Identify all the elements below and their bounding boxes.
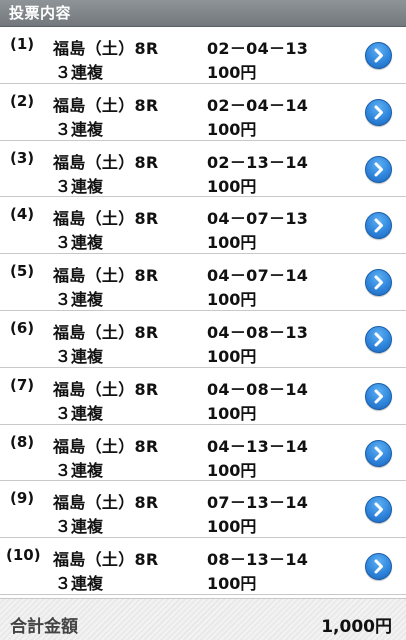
bet-type: ３連複: [55, 63, 104, 82]
bet-race: 福島（土）8R: [53, 266, 159, 286]
bet-amount: 100円: [207, 63, 257, 82]
bet-race: 福島（土）8R: [53, 379, 159, 399]
bet-amount: 100円: [207, 574, 257, 594]
total-label: 合計金額: [10, 617, 78, 637]
chevron-right-circle-icon[interactable]: [365, 155, 392, 183]
bet-race: 福島（土）8R: [53, 322, 159, 342]
bet-row[interactable]: (1) 福島（土）8R ３連複 02－04－13 100円: [0, 27, 406, 84]
bet-index: (8): [10, 432, 35, 451]
chevron-right-circle-icon[interactable]: [365, 269, 392, 297]
bet-amount: 100円: [207, 346, 257, 366]
chevron-right-circle-icon[interactable]: [365, 439, 392, 467]
bet-type: ３連複: [55, 460, 104, 480]
bet-row[interactable]: (6) 福島（土）8R ３連複 04－08－13 100円: [0, 310, 406, 368]
bet-index: (3): [10, 148, 35, 167]
total-bar: 合計金額 1,000円: [0, 598, 406, 640]
bet-race: 福島（土）8R: [53, 152, 159, 172]
bet-combination: 02－04－14: [207, 95, 309, 115]
bet-combination: 04－08－13: [207, 322, 309, 342]
bet-amount: 100円: [207, 517, 257, 537]
bet-index: (6): [10, 318, 35, 337]
bet-race: 福島（土）8R: [53, 39, 159, 58]
bet-type: ３連複: [55, 290, 104, 310]
chevron-right-circle-icon[interactable]: [365, 98, 392, 126]
bet-index: (10): [6, 546, 41, 565]
bet-index: (7): [10, 375, 35, 394]
bet-amount: 100円: [207, 119, 257, 139]
section-header: 投票内容: [0, 0, 406, 27]
chevron-right-circle-icon[interactable]: [365, 325, 392, 353]
bet-row[interactable]: (4) 福島（土）8R ３連複 04－07－13 100円: [0, 197, 406, 255]
bet-index: (9): [10, 489, 35, 508]
bet-combination: 04－08－14: [207, 379, 309, 399]
chevron-right-circle-icon[interactable]: [365, 553, 392, 581]
chevron-right-circle-icon[interactable]: [365, 212, 392, 240]
bet-index: (1): [10, 35, 35, 53]
bet-list: (1) 福島（土）8R ３連複 02－04－13 100円 (2) 福島（土）8…: [0, 27, 406, 595]
bet-index: (4): [10, 205, 35, 224]
bet-type: ３連複: [55, 346, 104, 366]
bet-amount: 100円: [207, 233, 257, 253]
bet-amount: 100円: [207, 403, 257, 423]
bet-race: 福島（土）8R: [53, 436, 159, 456]
chevron-right-circle-icon[interactable]: [365, 42, 392, 69]
bet-combination: 08－13－14: [207, 550, 309, 570]
bet-race: 福島（土）8R: [53, 95, 159, 115]
bet-race: 福島（土）8R: [53, 209, 159, 229]
chevron-right-circle-icon[interactable]: [365, 496, 392, 524]
chevron-right-circle-icon[interactable]: [365, 382, 392, 410]
bet-row[interactable]: (7) 福島（土）8R ３連複 04－08－14 100円: [0, 367, 406, 425]
bet-type: ３連複: [55, 574, 104, 594]
bet-combination: 04－07－13: [207, 209, 309, 229]
bet-row[interactable]: (9) 福島（土）8R ３連複 07－13－14 100円: [0, 481, 406, 539]
bet-combination: 04－13－14: [207, 436, 309, 456]
bet-combination: 02－13－14: [207, 152, 309, 172]
total-value: 1,000円: [321, 617, 392, 637]
bet-type: ３連複: [55, 517, 104, 537]
bet-type: ３連複: [55, 176, 104, 196]
bet-index: (2): [10, 91, 35, 110]
bet-row[interactable]: (2) 福島（土）8R ３連複 02－04－14 100円: [0, 83, 406, 141]
bet-row[interactable]: (10) 福島（土）8R ３連複 08－13－14 100円: [0, 538, 406, 595]
bet-amount: 100円: [207, 460, 257, 480]
bet-amount: 100円: [207, 176, 257, 196]
bet-index: (5): [10, 262, 35, 281]
bet-combination: 04－07－14: [207, 266, 309, 286]
bet-race: 福島（土）8R: [53, 550, 159, 570]
bet-type: ３連複: [55, 233, 104, 253]
bet-row[interactable]: (3) 福島（土）8R ３連複 02－13－14 100円: [0, 140, 406, 198]
bet-amount: 100円: [207, 290, 257, 310]
bet-row[interactable]: (5) 福島（土）8R ３連複 04－07－14 100円: [0, 254, 406, 311]
bet-type: ３連複: [55, 403, 104, 423]
bet-race: 福島（土）8R: [53, 493, 159, 513]
bet-row[interactable]: (8) 福島（土）8R ３連複 04－13－14 100円: [0, 424, 406, 482]
bet-combination: 02－04－13: [207, 39, 309, 58]
bet-type: ３連複: [55, 119, 104, 139]
bet-combination: 07－13－14: [207, 493, 309, 513]
section-title: 投票内容: [9, 4, 72, 22]
